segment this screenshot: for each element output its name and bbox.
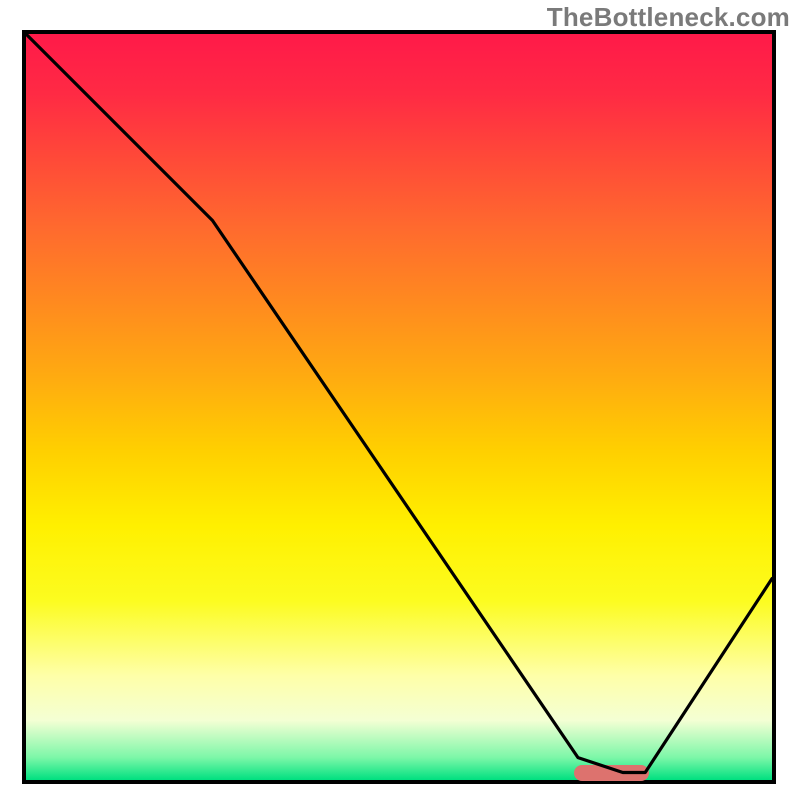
bottleneck-curve-line xyxy=(26,34,772,780)
watermark-text: TheBottleneck.com xyxy=(547,2,790,33)
curve-path xyxy=(26,34,772,773)
chart-plot-area xyxy=(22,30,776,784)
